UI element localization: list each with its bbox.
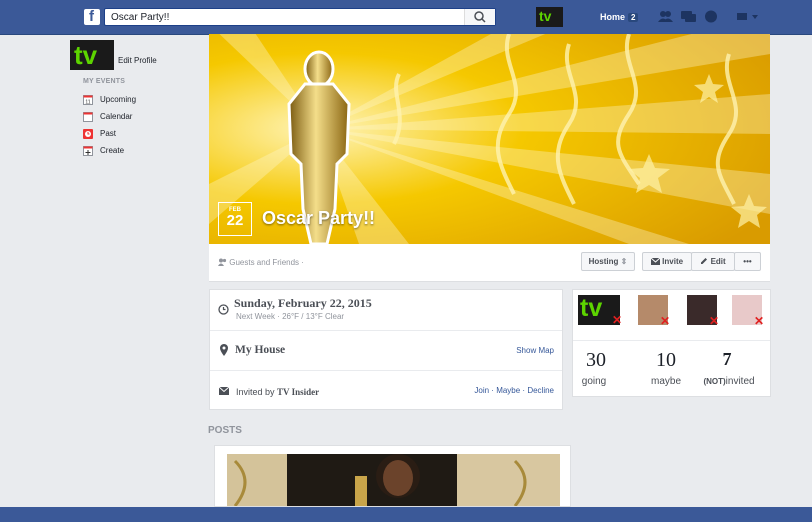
clock-icon [83,129,93,139]
event-location-row: My House Show Map [210,330,562,371]
event-audience-label: Guests and Friends · [229,258,304,267]
red-carpet-photo [227,454,560,506]
guest-thumbnail[interactable]: ✕ [638,295,670,328]
envelope-icon [650,257,661,265]
search-icon [474,11,486,23]
sidebar-item-label: Create [100,146,125,155]
plus-calendar-icon [83,146,93,156]
notifications-globe-icon[interactable] [704,10,719,23]
event-invite-row: Invited by TV Insider Join · Maybe · Dec… [210,370,562,409]
event-date-full: Sunday, February 22, 2015 [234,296,372,310]
calendar-11-icon: 11 [83,95,93,105]
search-button[interactable] [464,9,495,25]
guest-card-divider [573,340,770,341]
guests-icon [218,258,227,266]
declined-x-icon: ✕ [659,314,670,328]
home-label: Home [600,12,626,22]
posts-heading: POSTS [208,425,242,436]
event-details-card: Sunday, February 22, 2015 Next Week · 26… [209,289,563,410]
event-title: Oscar Party!! [262,208,376,228]
dropdown-arrows-icon: ⇕ [620,257,628,266]
home-count-badge: 2 [628,13,639,22]
event-action-bar: Guests and Friends · Hosting ⇕ Invite Ed… [209,244,770,282]
profile-avatar[interactable]: tv [536,7,563,27]
event-date-badge: FEB 22 [218,202,252,236]
guest-list-card: tv ✕ ✕ ✕ ✕ 30 going 10 maybe 7 (NOT)invi… [572,289,771,397]
search-input[interactable] [111,11,461,23]
facebook-logo-icon[interactable]: f [84,8,100,25]
top-navigation-bar: f tv Home2 [0,0,812,35]
inviter-name[interactable]: TV Insider [277,387,319,397]
event-date-row: Sunday, February 22, 2015 Next Week · 26… [210,290,562,331]
more-options-button[interactable]: ••• [734,252,761,271]
sidebar-item-label: Upcoming [100,95,137,104]
maybe-count[interactable]: 10 [644,349,688,372]
search-box [104,8,496,26]
svg-text:11: 11 [85,100,90,106]
guest-thumbnail[interactable]: ✕ [732,295,764,328]
going-count[interactable]: 30 [574,349,618,372]
guest-thumbnail[interactable]: ✕ [687,295,719,328]
event-day: 22 [226,212,244,229]
event-privacy[interactable]: Guests and Friends · [218,258,304,267]
maybe-label[interactable]: maybe [636,376,696,387]
declined-x-icon: ✕ [753,314,764,328]
invited-by-text: Invited by TV Insider [236,387,320,397]
invite-button[interactable]: Invite [642,252,692,271]
bottom-chat-bar [0,507,812,522]
envelope-icon [219,387,229,395]
home-link[interactable]: Home 2 [600,12,639,22]
messages-icon[interactable] [681,10,696,23]
settings-dropdown-icon[interactable] [736,10,760,23]
guest-thumbnail[interactable]: tv ✕ [578,294,622,327]
rsvp-links[interactable]: Join · Maybe · Decline [474,386,554,395]
friend-requests-icon[interactable] [658,10,673,23]
pencil-icon [701,258,708,264]
map-pin-icon [220,344,228,356]
hosting-dropdown-button[interactable]: Hosting ⇕ [581,252,635,271]
post-photo[interactable] [214,445,571,507]
edit-button[interactable]: Edit [691,252,735,271]
calendar-icon [83,112,93,122]
sidebar-item-label: Calendar [100,112,133,121]
declined-x-icon: ✕ [708,314,719,328]
show-map-link[interactable]: Show Map [516,346,554,355]
invited-count[interactable]: 7 [705,349,749,370]
event-location[interactable]: My House [235,344,285,356]
invited-label[interactable]: (NOT)invited [690,376,768,387]
declined-x-icon: ✕ [611,313,622,327]
my-events-heading: MY EVENTS [83,78,126,85]
sidebar-avatar[interactable]: tv [70,40,114,70]
event-weather: Next Week · 26°F / 13°F Clear [236,312,345,321]
edit-profile-link[interactable]: Edit Profile [118,56,157,65]
going-label[interactable]: going [564,376,624,387]
sidebar-item-label: Past [100,129,117,138]
clock-icon [218,304,229,315]
